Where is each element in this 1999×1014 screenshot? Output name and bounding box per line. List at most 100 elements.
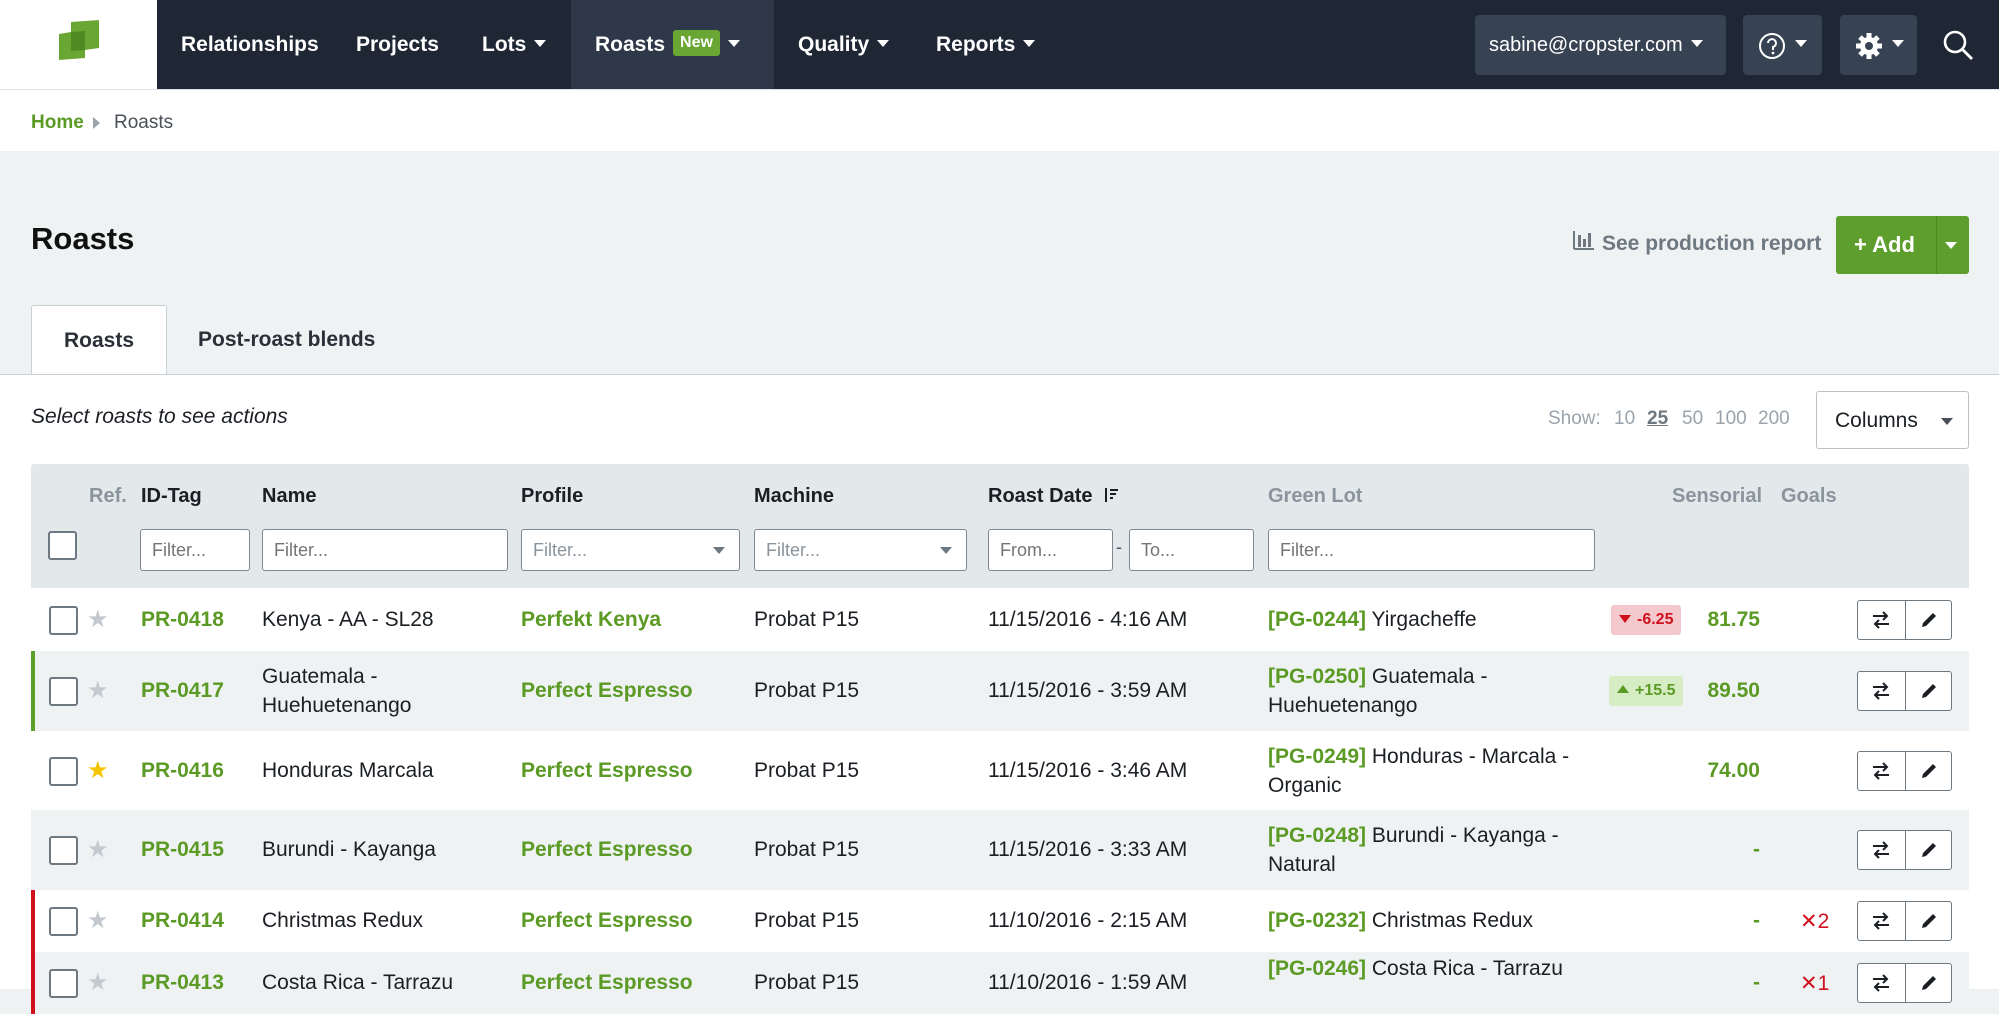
filter-profile-placeholder: Filter...: [533, 540, 588, 560]
production-report-link[interactable]: See production report: [1572, 231, 1821, 256]
row-checkbox[interactable]: [49, 606, 78, 635]
table-row[interactable]: ★ PR-0413 Costa Rica - Tarrazu Perfect Espr…: [31, 952, 1969, 1014]
row-actions: [1857, 600, 1952, 640]
edit-button[interactable]: [1906, 752, 1953, 790]
row-checkbox[interactable]: [49, 836, 78, 865]
nav-quality[interactable]: Quality: [774, 0, 913, 89]
tab-post-roast-blends[interactable]: Post-roast blends: [166, 305, 407, 375]
roast-name: Guatemala - Huehuetenango: [262, 665, 412, 717]
green-lot[interactable]: [PG-0246] Costa Rica - Tarrazu: [1268, 954, 1598, 983]
green-lot-ref[interactable]: [PG-0244]: [1268, 608, 1366, 631]
filter-date-to[interactable]: [1129, 529, 1254, 571]
col-ref: Ref.: [89, 485, 127, 507]
tab-roasts[interactable]: Roasts: [31, 305, 168, 376]
col-machine[interactable]: Machine: [754, 485, 834, 508]
table-row[interactable]: ★ PR-0417 Guatemala - Huehuetenango Perfect…: [31, 651, 1969, 731]
page-size-100[interactable]: 100: [1715, 408, 1747, 430]
green-lot[interactable]: [PG-0248] Burundi - Kayanga - Natural: [1268, 821, 1598, 879]
table-row[interactable]: ★ PR-0418 Kenya - AA - SL28 Perfekt Kenya Pr…: [31, 589, 1969, 651]
search-button[interactable]: [1942, 29, 1974, 67]
edit-button[interactable]: [1906, 672, 1953, 710]
delta-value: +15.5: [1635, 682, 1676, 699]
roast-name: Costa Rica - Tarrazu: [262, 971, 454, 994]
col-profile[interactable]: Profile: [521, 485, 583, 508]
nav-reports[interactable]: Reports: [912, 0, 1059, 89]
select-all-checkbox[interactable]: [48, 531, 77, 560]
row-checkbox[interactable]: [49, 677, 78, 706]
nav-relationships[interactable]: Relationships: [157, 0, 343, 89]
edit-button[interactable]: [1906, 902, 1953, 940]
compare-button[interactable]: [1858, 601, 1905, 639]
green-lot-ref[interactable]: [PG-0248]: [1268, 824, 1366, 847]
columns-button[interactable]: Columns: [1816, 391, 1969, 449]
green-lot-ref[interactable]: [PG-0246]: [1268, 957, 1366, 980]
profile-link[interactable]: Perfect Espresso: [521, 759, 693, 783]
col-roast-date[interactable]: Roast Date: [988, 485, 1119, 508]
filter-id-tag[interactable]: [140, 529, 250, 571]
cropster-logo[interactable]: [0, 0, 157, 89]
settings-menu[interactable]: [1840, 15, 1917, 75]
row-actions: [1857, 901, 1952, 941]
id-tag-link[interactable]: PR-0418: [141, 608, 224, 632]
star-icon[interactable]: ★: [87, 679, 109, 703]
id-tag-link[interactable]: PR-0417: [141, 679, 224, 703]
compare-button[interactable]: [1858, 831, 1905, 869]
id-tag-link[interactable]: PR-0414: [141, 909, 224, 933]
col-id-tag[interactable]: ID-Tag: [141, 485, 202, 508]
compare-button[interactable]: [1858, 964, 1905, 1002]
compare-button[interactable]: [1858, 752, 1905, 790]
star-icon[interactable]: ★: [87, 758, 109, 783]
help-menu[interactable]: [1743, 15, 1822, 75]
green-lot-ref[interactable]: [PG-0249]: [1268, 745, 1366, 768]
profile-link[interactable]: Perfect Espresso: [521, 971, 693, 995]
chevron-down-icon[interactable]: [1945, 242, 1957, 249]
profile-link[interactable]: Perfect Espresso: [521, 838, 693, 862]
breadcrumb-home[interactable]: Home: [31, 112, 84, 134]
green-lot[interactable]: [PG-0244] Yirgacheffe: [1268, 608, 1477, 632]
green-lot-ref[interactable]: [PG-0232]: [1268, 909, 1366, 932]
user-email: sabine@cropster.com: [1489, 34, 1683, 56]
edit-button[interactable]: [1906, 831, 1953, 869]
filter-name[interactable]: [262, 529, 508, 571]
filter-date-from[interactable]: [988, 529, 1113, 571]
nav-lots[interactable]: Lots: [458, 0, 570, 89]
page-size-25[interactable]: 25: [1647, 408, 1668, 430]
filter-machine[interactable]: Filter...: [754, 529, 967, 571]
page-size-10[interactable]: 10: [1614, 408, 1635, 430]
star-icon[interactable]: ★: [87, 608, 109, 632]
filter-profile[interactable]: Filter...: [521, 529, 740, 571]
star-icon[interactable]: ★: [87, 838, 109, 862]
compare-button[interactable]: [1858, 902, 1905, 940]
green-lot[interactable]: [PG-0249] Honduras - Marcala - Organic: [1268, 742, 1598, 800]
roast-name: Burundi - Kayanga: [262, 838, 436, 861]
star-icon[interactable]: ★: [87, 909, 109, 933]
id-tag-link[interactable]: PR-0416: [141, 759, 224, 783]
nav-projects[interactable]: Projects: [332, 0, 463, 89]
green-lot[interactable]: [PG-0250] Guatemala - Huehuetenango: [1268, 662, 1598, 720]
row-checkbox[interactable]: [49, 907, 78, 936]
page-size-50[interactable]: 50: [1682, 408, 1703, 430]
page-size-200[interactable]: 200: [1758, 408, 1790, 430]
user-menu[interactable]: sabine@cropster.com: [1475, 15, 1726, 75]
star-icon[interactable]: ★: [87, 971, 109, 995]
col-name[interactable]: Name: [262, 485, 316, 508]
nav-roasts[interactable]: Roasts New: [571, 0, 774, 89]
profile-link[interactable]: Perfect Espresso: [521, 679, 693, 703]
row-checkbox[interactable]: [49, 756, 78, 786]
filter-green-lot[interactable]: [1268, 529, 1595, 571]
table-row[interactable]: ★ PR-0414 Christmas Redux Perfect Espresso P…: [31, 890, 1969, 952]
add-button[interactable]: + Add: [1836, 216, 1969, 274]
green-lot[interactable]: [PG-0232] Christmas Redux: [1268, 909, 1533, 933]
table-row[interactable]: ★ PR-0416 Honduras Marcala Perfect Espresso…: [31, 731, 1969, 810]
id-tag-link[interactable]: PR-0415: [141, 838, 224, 862]
green-lot-ref[interactable]: [PG-0250]: [1268, 665, 1366, 688]
edit-button[interactable]: [1906, 601, 1953, 639]
id-tag-link[interactable]: PR-0413: [141, 971, 224, 995]
page-title: Roasts: [31, 221, 135, 256]
compare-button[interactable]: [1858, 672, 1905, 710]
edit-button[interactable]: [1906, 964, 1953, 1002]
row-checkbox[interactable]: [49, 969, 78, 998]
table-row[interactable]: ★ PR-0415 Burundi - Kayanga Perfect Espress…: [31, 810, 1969, 890]
profile-link[interactable]: Perfect Espresso: [521, 909, 693, 933]
profile-link[interactable]: Perfekt Kenya: [521, 608, 661, 632]
